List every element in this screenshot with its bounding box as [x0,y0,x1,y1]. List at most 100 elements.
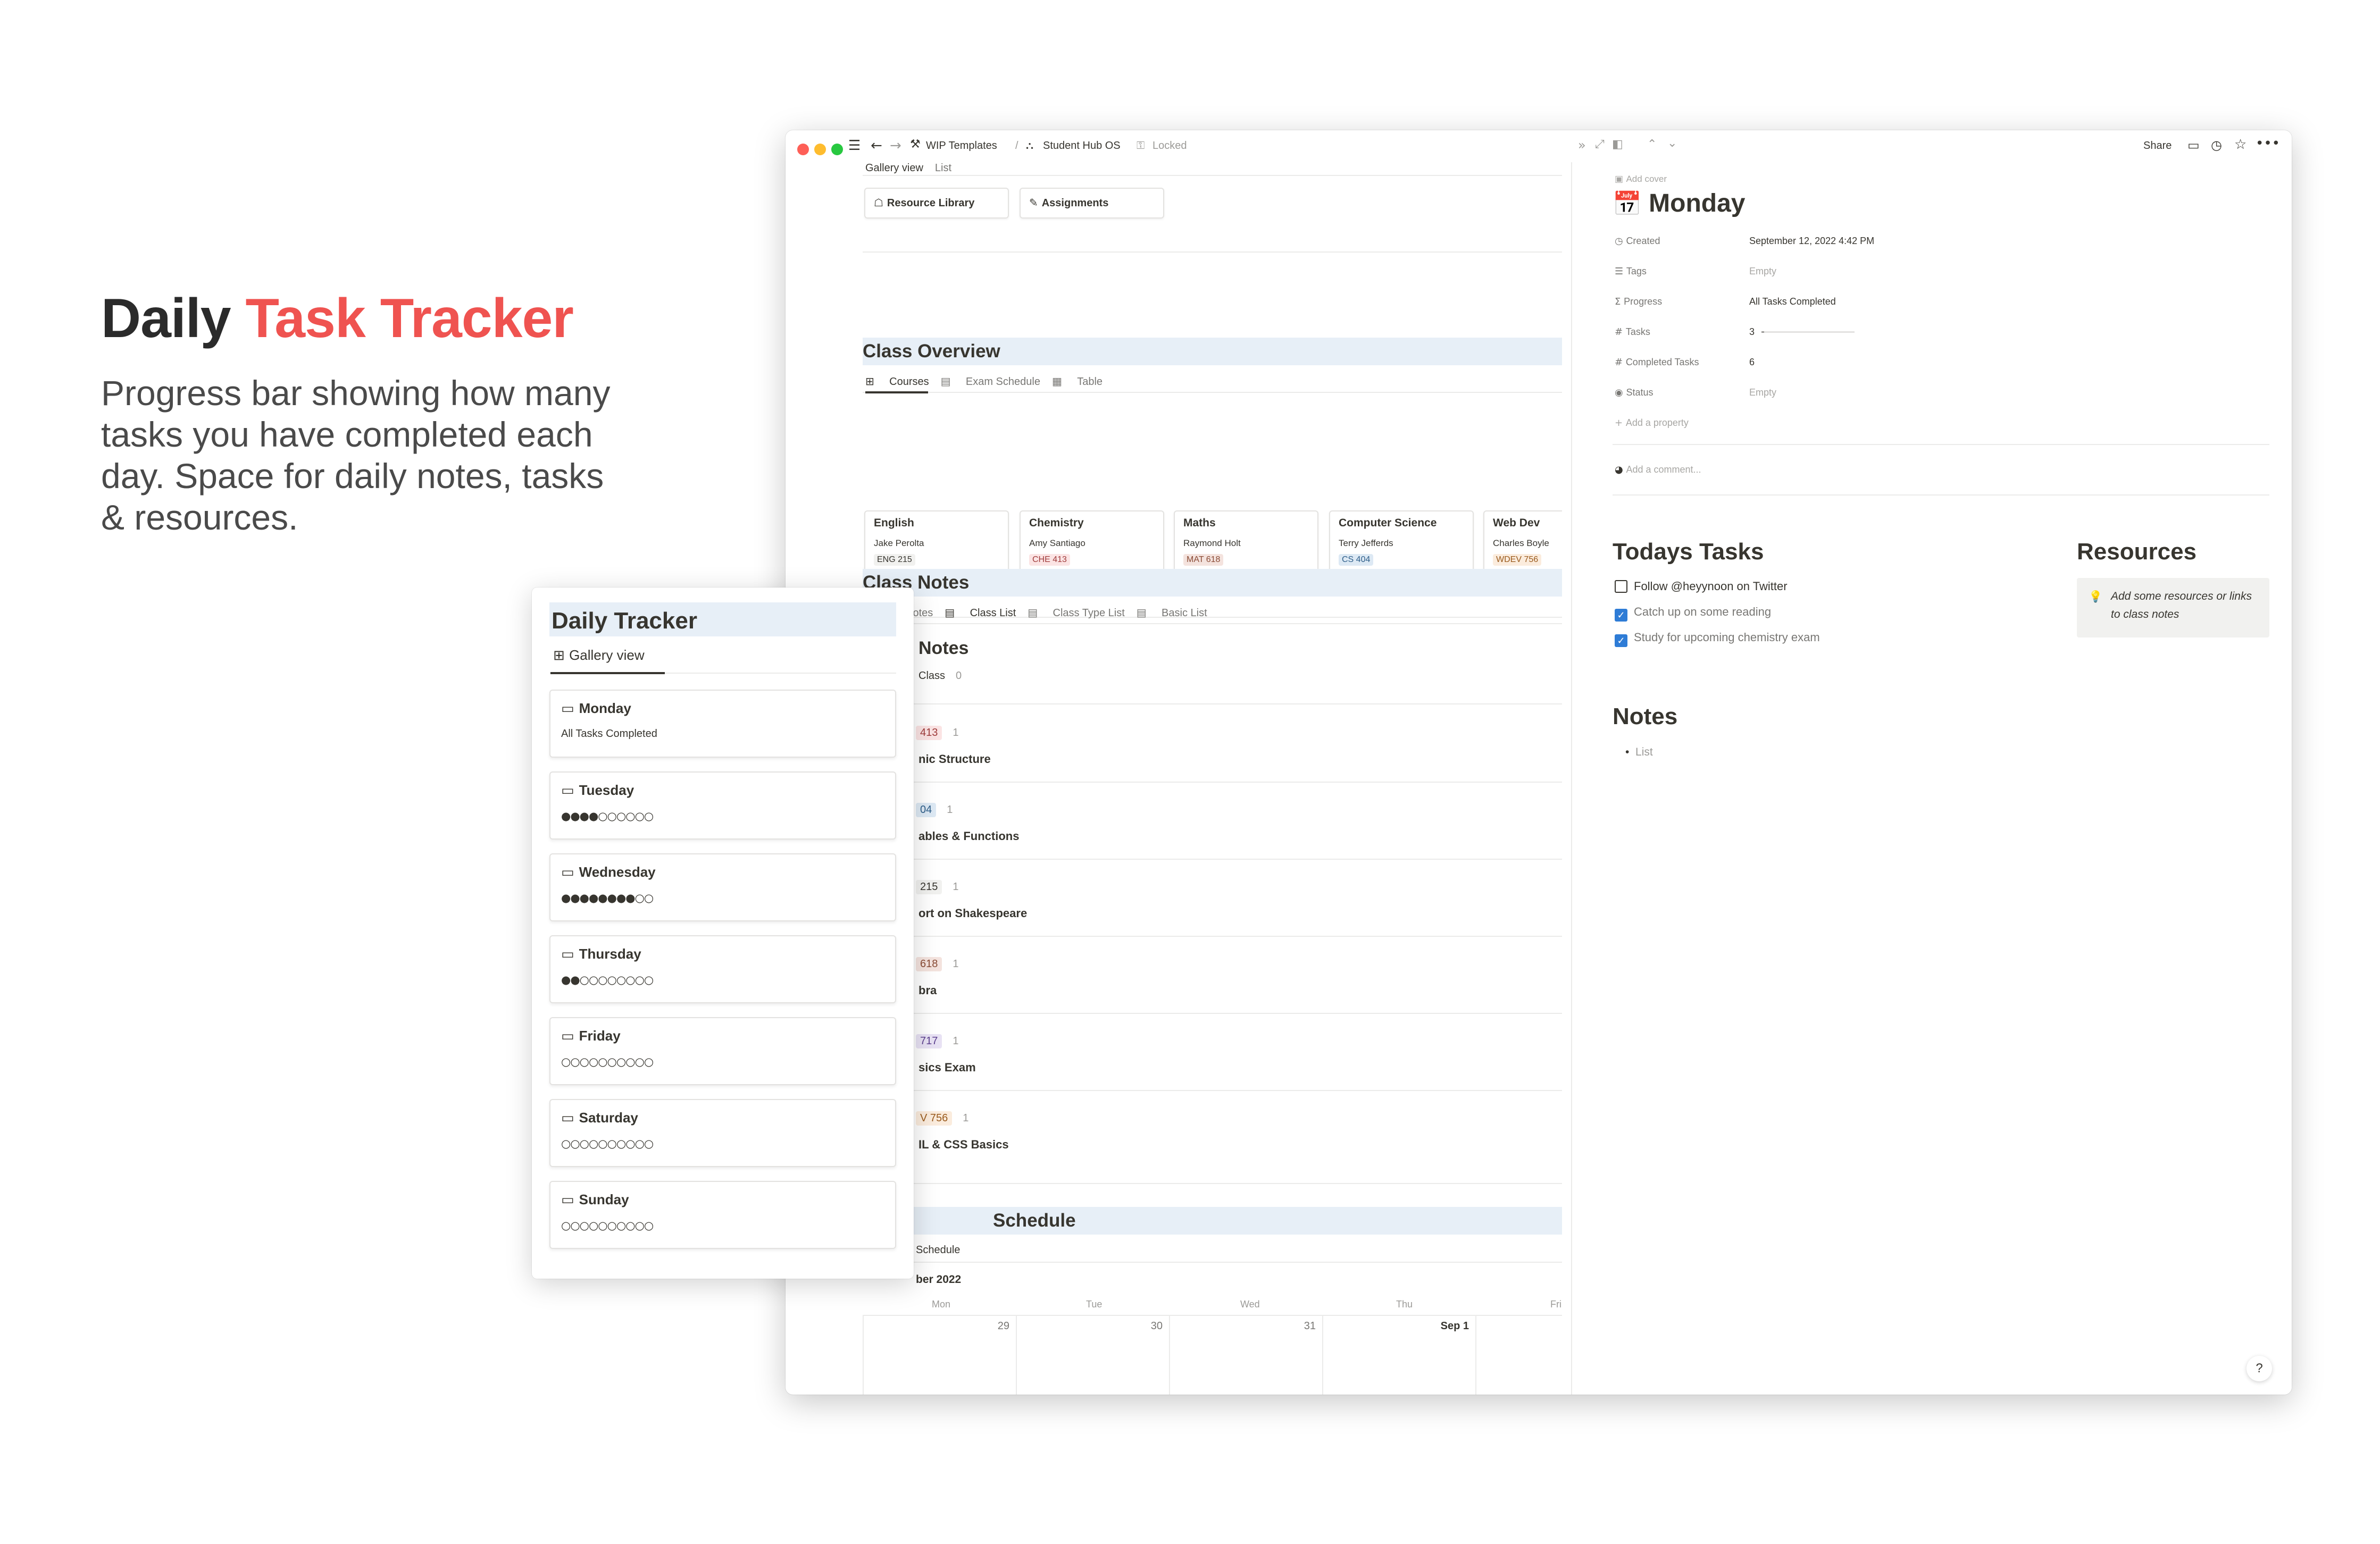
tab-class-type-list[interactable]: Class Type List [1053,607,1125,619]
top-view-tabs: Gallery view List [865,162,963,174]
day-name: ▭ Sunday [561,1191,629,1208]
group-header[interactable]: 215 1 [916,880,959,894]
prop-value[interactable]: Empty [1749,266,1776,277]
calendar-day[interactable] [1475,1315,1562,1395]
forward-arrow-icon[interactable]: → [890,138,901,154]
star-icon[interactable]: ☆ [2234,137,2247,153]
sigma-icon: Σ [1615,296,1624,307]
tab-list[interactable]: List [935,162,951,174]
day-card-friday[interactable]: ▭ Friday ○○○○○○○○○○ [549,1017,896,1085]
notes-list-item[interactable]: • List [1625,746,1653,759]
calendar-day[interactable]: 29 [863,1315,1016,1395]
help-button[interactable]: ? [2247,1356,2272,1381]
class-tag: 215 [916,880,942,894]
maximize-window-button[interactable] [831,144,843,155]
day-card-wednesday[interactable]: ▭ Wednesday ●●●●●●●●○○ [549,853,896,921]
day-card-sunday[interactable]: ▭ Sunday ○○○○○○○○○○ [549,1181,896,1249]
tab-exam-schedule[interactable]: Exam Schedule [966,376,1040,388]
tab-gallery-view[interactable]: ⊞ Gallery view [553,647,645,664]
layout-icon[interactable]: ◧ [1612,138,1623,151]
notes-subtitle: Notes [918,638,969,658]
task-item[interactable]: Follow @heyynoon on Twitter [1615,580,1788,593]
note-title[interactable]: nic Structure [918,752,991,766]
close-window-button[interactable] [797,144,809,155]
calendar-day[interactable]: 30 [1016,1315,1169,1395]
calendar-day[interactable]: Sep 1 [1322,1315,1475,1395]
books-icon: ☖ [874,196,887,209]
tab-class-list[interactable]: Class List [970,607,1016,619]
share-button[interactable]: Share [2143,140,2172,152]
minimize-window-button[interactable] [814,144,826,155]
status-icon: ◉ [1615,387,1626,398]
prop-value[interactable]: 6 [1749,357,1755,368]
tab-gallery-view[interactable]: Gallery view [865,162,923,174]
group-header[interactable]: 717 1 [916,1034,959,1048]
checkbox-checked[interactable]: ✓ [1615,609,1627,622]
note-title[interactable]: IL & CSS Basics [918,1138,1009,1152]
day-progress: ●●●●●●●●○○ [561,892,654,904]
checkbox-checked[interactable]: ✓ [1615,634,1627,647]
group-header[interactable]: 413 1 [916,726,959,740]
note-title[interactable]: ables & Functions [918,829,1019,843]
breadcrumb-item-wip[interactable]: WIP Templates [926,140,997,152]
history-icon[interactable]: ◷ [2211,138,2222,153]
group-count: 1 [963,1112,969,1124]
day-card-saturday[interactable]: ▭ Saturday ○○○○○○○○○○ [549,1099,896,1167]
table-icon: ⊞ [865,375,878,388]
prop-value[interactable]: September 12, 2022 4:42 PM [1749,236,1874,247]
day-name: ▭ Tuesday [561,782,634,799]
day-card-monday[interactable]: ▭ Monday All Tasks Completed [549,690,896,758]
group-no-class[interactable]: Class 0 [918,670,962,682]
calendar-day[interactable]: 31 [1169,1315,1322,1395]
sidebar-menu-icon[interactable]: ☰ [848,138,861,154]
tab-schedule[interactable]: Schedule [916,1244,960,1256]
note-title[interactable]: sics Exam [918,1061,976,1075]
tab-courses[interactable]: Courses [889,376,929,388]
comment-icon[interactable]: ▭ [2187,138,2200,153]
course-name: Computer Science [1339,517,1437,529]
comment-input[interactable]: ◕ Add a comment... [1615,464,1701,475]
group-header[interactable]: 04 1 [916,803,953,817]
day-name-text: Sunday [579,1191,629,1207]
task-item[interactable]: ✓ Catch up on some reading [1615,605,1771,622]
divider [863,936,1562,937]
comment-placeholder: Add a comment... [1626,464,1701,475]
calendar-icon: ▭ [561,1028,579,1044]
prop-value[interactable]: Empty [1749,387,1776,398]
group-label: Class [918,670,946,682]
resources-callout[interactable]: 💡 Add some resources or links to class no… [2077,578,2269,637]
day-progress: ●●○○○○○○○○ [561,974,654,986]
tab-basic-list[interactable]: Basic List [1162,607,1207,619]
prop-value[interactable]: 3 [1749,326,1755,338]
prop-value[interactable]: All Tasks Completed [1749,296,1836,307]
breadcrumb-item-student-hub[interactable]: Student Hub OS [1043,140,1121,152]
chevron-up-icon[interactable]: ⌃ [1647,138,1657,151]
chevron-down-icon[interactable]: ⌄ [1667,137,1677,150]
expand-icon[interactable]: ⤢ [1595,138,1605,151]
tab-table[interactable]: Table [1077,376,1103,388]
task-item[interactable]: ✓ Study for upcoming chemistry exam [1615,631,1820,647]
day-progress: ●●●●○○○○○○ [561,810,654,823]
resource-library-button[interactable]: ☖ Resource Library [864,188,1009,219]
list-icon: ☰ [1615,266,1626,277]
day-name: ▭ Saturday [561,1110,638,1126]
note-title[interactable]: bra [918,984,937,997]
note-title[interactable]: ort on Shakespeare [918,907,1027,920]
group-header[interactable]: 618 1 [916,957,959,971]
assignments-button[interactable]: ✎ Assignments [1020,188,1164,219]
add-cover-button[interactable]: ▣ Add cover [1615,174,1667,184]
more-icon[interactable]: ••• [2256,136,2280,152]
group-header[interactable]: V 756 1 [916,1111,968,1126]
divider [863,175,1562,176]
day-card-thursday[interactable]: ▭ Thursday ●●○○○○○○○○ [549,935,896,1003]
add-property-button[interactable]: + Add a property [1615,417,1689,429]
divider [1613,444,2269,445]
locked-label[interactable]: Locked [1153,140,1187,152]
course-name: English [874,517,914,529]
close-peek-icon[interactable]: » [1578,138,1586,153]
day-card-tuesday[interactable]: ▭ Tuesday ●●●●○○○○○○ [549,771,896,840]
prop-completed-tasks: # Completed Tasks [1615,357,1699,368]
divider [863,1013,1562,1014]
checkbox-unchecked[interactable] [1615,580,1627,593]
back-arrow-icon[interactable]: ← [871,138,882,154]
